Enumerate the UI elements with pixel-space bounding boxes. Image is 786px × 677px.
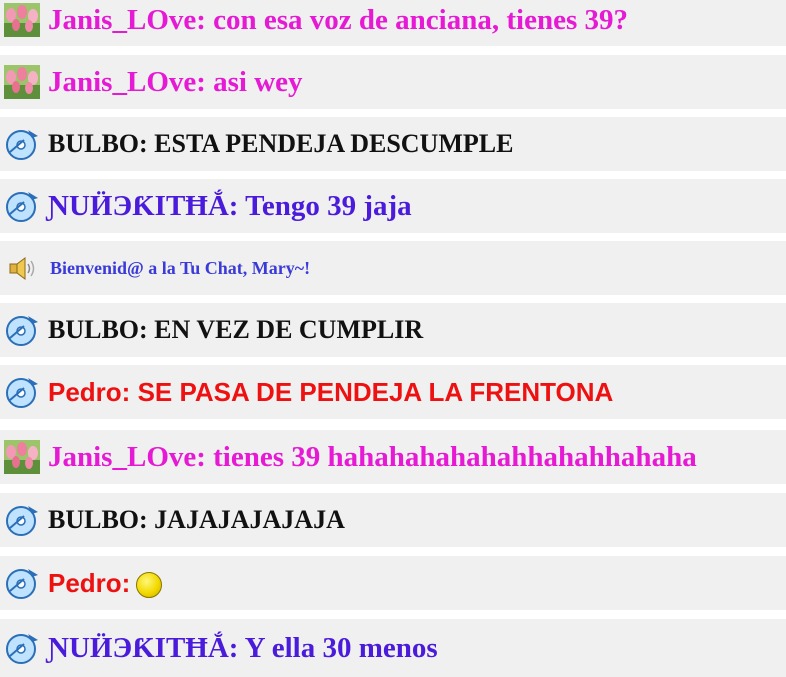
disc-avatar-icon bbox=[4, 630, 40, 666]
tulips-avatar-icon bbox=[4, 2, 40, 38]
message-text: ƝUӤЭƘITĦẮ: Tengo 39 jaja bbox=[48, 189, 412, 222]
disc-avatar-icon bbox=[4, 565, 40, 601]
disc-avatar-icon bbox=[4, 374, 40, 410]
tulips-avatar-icon bbox=[4, 439, 40, 475]
disc-avatar-icon bbox=[4, 502, 40, 538]
chat-message: Pedro: SE PASA DE PENDEJA LA FRENTONA bbox=[0, 365, 786, 422]
message-text: BULBO: EN VEZ DE CUMPLIR bbox=[48, 315, 424, 344]
message-text: Janis_LOve: con esa voz de anciana, tien… bbox=[48, 3, 628, 36]
chat-message: BULBO: ESTA PENDEJA DESCUMPLE bbox=[0, 117, 786, 174]
chat-message: Janis_LOve: asi wey bbox=[0, 55, 786, 112]
message-text: Janis_LOve: asi wey bbox=[48, 65, 303, 98]
message-text: BULBO: JAJAJAJAJAJA bbox=[48, 505, 345, 534]
disc-avatar-icon bbox=[4, 188, 40, 224]
chat-message: BULBO: JAJAJAJAJAJA bbox=[0, 493, 786, 550]
speaker-icon bbox=[4, 250, 40, 286]
tulips-avatar-icon bbox=[4, 64, 40, 100]
smiley-emoji-icon bbox=[136, 571, 163, 598]
chat-message: Pedro: bbox=[0, 556, 786, 613]
chat-message: BULBO: EN VEZ DE CUMPLIR bbox=[0, 303, 786, 360]
chat-log[interactable]: Janis_LOve: con esa voz de anciana, tien… bbox=[0, 0, 786, 677]
chat-message: Janis_LOve: tienes 39 hahahahahahahhahah… bbox=[0, 430, 786, 487]
chat-message: ƝUӤЭƘITĦẮ: Tengo 39 jaja bbox=[0, 179, 786, 236]
message-text: Pedro: SE PASA DE PENDEJA LA FRENTONA bbox=[48, 376, 614, 407]
message-sender: Pedro: bbox=[48, 567, 131, 598]
chat-message: Janis_LOve: con esa voz de anciana, tien… bbox=[0, 0, 786, 49]
message-text: BULBO: ESTA PENDEJA DESCUMPLE bbox=[48, 129, 514, 158]
system-message: Bienvenid@ a la Tu Chat, Mary~! bbox=[0, 241, 786, 298]
system-message-text: Bienvenid@ a la Tu Chat, Mary~! bbox=[50, 257, 311, 278]
message-text: Janis_LOve: tienes 39 hahahahahahahhahah… bbox=[48, 440, 697, 473]
disc-avatar-icon bbox=[4, 126, 40, 162]
message-text: Pedro: bbox=[48, 567, 163, 599]
message-text: ƝUӤЭƘITĦẮ: Y ella 30 menos bbox=[48, 631, 438, 664]
disc-avatar-icon bbox=[4, 312, 40, 348]
chat-message: ƝUӤЭƘITĦẮ: Y ella 30 menos bbox=[0, 619, 786, 677]
